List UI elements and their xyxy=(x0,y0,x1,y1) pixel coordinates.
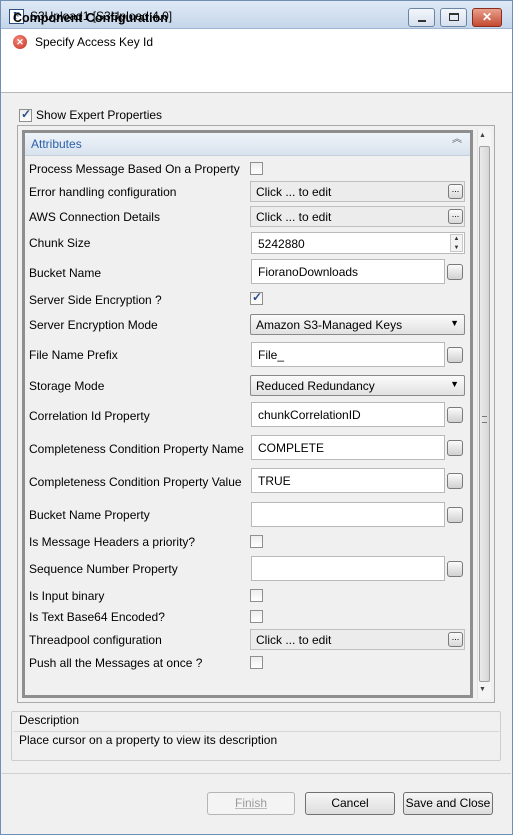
cancel-button[interactable]: Cancel xyxy=(305,792,395,815)
error-icon: ✕ xyxy=(13,35,27,49)
text-base64-label: Is Text Base64 Encoded? xyxy=(29,610,165,624)
chevron-down-icon: ▼ xyxy=(450,318,459,328)
save-and-close-button[interactable]: Save and Close xyxy=(403,792,493,815)
error-handling-field[interactable]: Click ... to edit xyxy=(250,181,465,202)
message-headers-priority-checkbox[interactable] xyxy=(250,535,263,548)
maximize-button[interactable] xyxy=(440,8,467,27)
storage-mode-label: Storage Mode xyxy=(29,379,105,393)
file-name-prefix-input[interactable]: File_ xyxy=(251,342,445,367)
completeness-name-label: Completeness Condition Property Name xyxy=(29,442,244,456)
server-encryption-mode-value: Amazon S3-Managed Keys xyxy=(256,318,403,332)
sequence-number-label: Sequence Number Property xyxy=(29,562,178,576)
correlation-id-browse-button[interactable] xyxy=(447,407,463,423)
scroll-up-icon[interactable]: ▲ xyxy=(479,132,486,139)
scrollbar-grip xyxy=(482,416,487,423)
description-title: Description xyxy=(19,713,80,727)
file-name-prefix-label: File Name Prefix xyxy=(29,348,118,362)
finish-button-label: Finish xyxy=(234,796,267,810)
chunk-size-label: Chunk Size xyxy=(29,236,91,250)
error-handling-ellipsis-button[interactable]: ... xyxy=(448,184,463,199)
correlation-id-label: Correlation Id Property xyxy=(29,409,150,423)
server-encryption-mode-select[interactable]: Amazon S3-Managed Keys ▼ xyxy=(250,314,465,335)
sequence-number-input[interactable] xyxy=(251,556,445,581)
push-all-label: Push all the Messages at once ? xyxy=(29,656,203,670)
storage-mode-select[interactable]: Reduced Redundancy ▼ xyxy=(250,375,465,396)
chunk-size-spinner[interactable]: ▲ ▼ xyxy=(450,234,463,252)
server-side-encryption-label: Server Side Encryption ? xyxy=(29,293,162,307)
minimize-button[interactable] xyxy=(408,8,435,27)
bucket-name-property-browse-button[interactable] xyxy=(447,507,463,523)
push-all-checkbox[interactable] xyxy=(250,656,263,669)
description-divider xyxy=(14,731,499,732)
server-side-encryption-checkbox[interactable] xyxy=(250,290,263,305)
bucket-name-browse-button[interactable] xyxy=(447,264,463,280)
threadpool-field[interactable]: Click ... to edit xyxy=(250,629,465,650)
spin-up-icon[interactable]: ▲ xyxy=(451,235,462,244)
correlation-id-input[interactable]: chunkCorrelationID xyxy=(251,402,445,427)
completeness-value-browse-button[interactable] xyxy=(447,473,463,489)
attributes-section-header[interactable] xyxy=(25,133,470,156)
error-message: Specify Access Key Id xyxy=(35,35,154,49)
aws-connection-ellipsis-button[interactable]: ... xyxy=(448,209,463,224)
show-expert-checkbox[interactable] xyxy=(19,107,32,122)
bucket-name-input[interactable]: FioranoDownloads xyxy=(251,259,445,284)
bucket-name-property-label: Bucket Name Property xyxy=(29,508,150,522)
completeness-name-browse-button[interactable] xyxy=(447,440,463,456)
input-binary-label: Is Input binary xyxy=(29,589,105,603)
spin-down-icon[interactable]: ▼ xyxy=(451,244,462,253)
attributes-section-label: Attributes xyxy=(31,137,82,151)
process-message-label: Process Message Based On a Property xyxy=(29,162,240,176)
completeness-name-input[interactable]: COMPLETE xyxy=(251,435,445,460)
finish-button[interactable]: Finish xyxy=(207,792,295,815)
completeness-value-input[interactable]: TRUE xyxy=(251,468,445,493)
threadpool-ellipsis-button[interactable]: ... xyxy=(448,632,463,647)
minimize-icon xyxy=(418,20,426,22)
storage-mode-value: Reduced Redundancy xyxy=(256,379,375,393)
description-text: Place cursor on a property to view its d… xyxy=(19,733,278,747)
show-expert-label: Show Expert Properties xyxy=(36,108,163,122)
scroll-down-icon[interactable]: ▼ xyxy=(479,686,486,693)
footer-divider xyxy=(2,773,511,774)
text-base64-checkbox[interactable] xyxy=(250,610,263,623)
threadpool-label: Threadpool configuration xyxy=(29,633,162,647)
completeness-value-label: Completeness Condition Property Value xyxy=(29,475,242,489)
chevron-down-icon: ▼ xyxy=(450,379,459,389)
bucket-name-label: Bucket Name xyxy=(29,266,102,280)
page-title: Component Configuration xyxy=(13,11,168,25)
bucket-name-property-input[interactable] xyxy=(251,502,445,527)
aws-connection-label: AWS Connection Details xyxy=(29,210,160,224)
server-encryption-mode-label: Server Encryption Mode xyxy=(29,318,158,332)
close-button[interactable]: ✕ xyxy=(472,8,502,27)
error-handling-label: Error handling configuration xyxy=(29,185,177,199)
collapse-icon[interactable]: ︽ xyxy=(452,135,462,145)
sequence-number-browse-button[interactable] xyxy=(447,561,463,577)
scrollbar-thumb[interactable] xyxy=(479,146,490,682)
file-name-prefix-browse-button[interactable] xyxy=(447,347,463,363)
chunk-size-input[interactable]: 5242880 xyxy=(251,232,465,254)
close-icon: ✕ xyxy=(481,10,493,24)
input-binary-checkbox[interactable] xyxy=(250,589,263,602)
message-headers-priority-label: Is Message Headers a priority? xyxy=(29,535,196,549)
aws-connection-field[interactable]: Click ... to edit xyxy=(250,206,465,227)
process-message-checkbox[interactable] xyxy=(250,162,263,175)
maximize-icon xyxy=(449,13,459,21)
